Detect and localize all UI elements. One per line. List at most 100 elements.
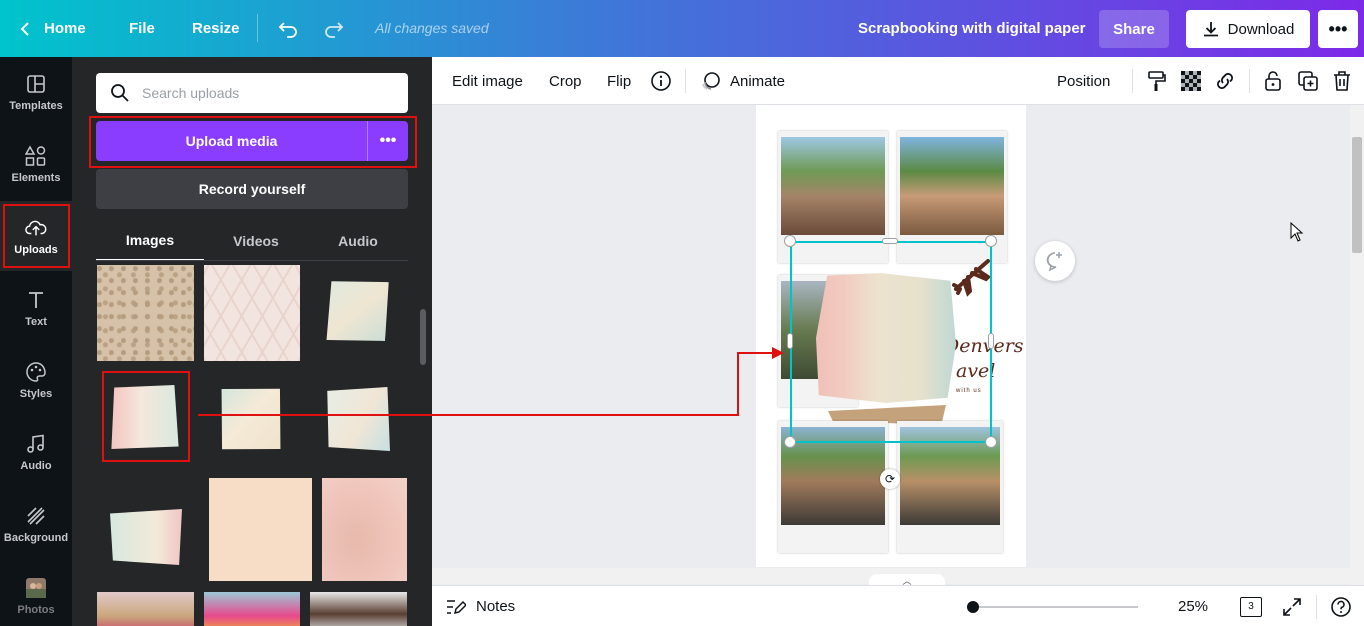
top-bar: Home File Resize All changes saved Scrap… bbox=[0, 0, 1364, 57]
add-comment-button[interactable] bbox=[1035, 241, 1075, 281]
page-count: 3 bbox=[1248, 601, 1254, 612]
upload-thumbnail[interactable] bbox=[323, 276, 391, 346]
animate-label: Animate bbox=[730, 72, 786, 90]
rail-item-background[interactable]: Background bbox=[0, 489, 72, 559]
notes-button[interactable]: Notes bbox=[446, 586, 515, 626]
divider bbox=[1132, 69, 1133, 93]
photo-couple-kiss bbox=[781, 137, 885, 235]
vertical-scrollbar[interactable] bbox=[1350, 105, 1364, 585]
redo-button[interactable] bbox=[322, 0, 346, 57]
more-options-button[interactable]: ••• bbox=[1318, 10, 1358, 48]
rotate-handle[interactable]: ⟳ bbox=[880, 469, 900, 489]
page-count-button[interactable]: 3 bbox=[1240, 586, 1262, 626]
fullscreen-button[interactable] bbox=[1282, 586, 1302, 626]
annotation-arrow bbox=[198, 347, 784, 416]
fullscreen-icon bbox=[1283, 597, 1301, 616]
divider bbox=[1249, 69, 1250, 93]
paint-roller-icon[interactable] bbox=[1145, 69, 1169, 93]
lock-icon[interactable] bbox=[1261, 69, 1285, 93]
crop-button[interactable]: Crop bbox=[549, 57, 582, 105]
scrollbar-thumb[interactable] bbox=[1352, 137, 1362, 253]
flip-button[interactable]: Flip bbox=[607, 57, 631, 105]
download-icon bbox=[1203, 22, 1218, 37]
record-yourself-button[interactable]: Record yourself bbox=[96, 169, 408, 209]
rail-label-elements: Elements bbox=[11, 171, 61, 184]
search-box[interactable] bbox=[96, 73, 408, 113]
download-button[interactable]: Download bbox=[1186, 10, 1310, 48]
notes-icon bbox=[447, 599, 466, 614]
elements-icon bbox=[25, 144, 47, 167]
link-icon[interactable] bbox=[1213, 69, 1237, 93]
trash-icon[interactable] bbox=[1330, 69, 1354, 93]
rotate-icon: ⟳ bbox=[884, 472, 896, 486]
redo-icon bbox=[325, 21, 344, 38]
download-label: Download bbox=[1227, 20, 1295, 38]
resize-handle[interactable] bbox=[985, 235, 997, 247]
upload-type-tabs: Images Videos Audio bbox=[96, 221, 408, 261]
info-icon[interactable] bbox=[649, 69, 673, 93]
upload-thumbnail[interactable] bbox=[310, 592, 407, 626]
share-button[interactable]: Share bbox=[1099, 10, 1169, 48]
animate-button[interactable]: Animate bbox=[700, 57, 785, 105]
transparency-icon[interactable] bbox=[1179, 69, 1203, 93]
mouse-cursor-icon bbox=[1290, 222, 1304, 242]
design-page[interactable]: Denvers avel with us ⟳ bbox=[756, 105, 1026, 567]
upload-thumbnail[interactable] bbox=[97, 265, 194, 361]
rail-item-templates[interactable]: Templates bbox=[0, 57, 72, 127]
zoom-slider-track[interactable] bbox=[973, 606, 1138, 608]
side-handle[interactable] bbox=[882, 238, 898, 244]
position-button[interactable]: Position bbox=[1057, 57, 1110, 105]
rail-item-text[interactable]: Text bbox=[0, 273, 72, 343]
rail-item-audio[interactable]: Audio bbox=[0, 417, 72, 487]
resize-button[interactable]: Resize bbox=[192, 0, 240, 57]
rail-item-photos[interactable]: Photos bbox=[0, 561, 72, 626]
annotation-box-uploads bbox=[3, 204, 70, 268]
undo-button[interactable] bbox=[276, 0, 300, 57]
edit-image-button[interactable]: Edit image bbox=[452, 57, 523, 105]
divider bbox=[257, 14, 258, 42]
resize-handle[interactable] bbox=[985, 436, 997, 448]
music-note-icon bbox=[25, 433, 47, 455]
tab-images[interactable]: Images bbox=[96, 221, 204, 261]
background-pattern-icon bbox=[25, 505, 47, 527]
upload-thumbnail[interactable] bbox=[204, 592, 300, 626]
rail-item-styles[interactable]: Styles bbox=[0, 345, 72, 415]
templates-icon bbox=[25, 73, 47, 95]
rail-item-elements[interactable]: Elements bbox=[0, 129, 72, 199]
pages-icon: 3 bbox=[1240, 596, 1262, 617]
chevron-left-icon bbox=[20, 21, 29, 36]
photos-icon bbox=[25, 577, 47, 599]
upload-thumbnail[interactable] bbox=[209, 478, 312, 581]
zoom-level[interactable]: 25% bbox=[1178, 586, 1208, 626]
upload-thumbnail[interactable] bbox=[110, 509, 182, 565]
rail-label-photos: Photos bbox=[17, 603, 55, 616]
divider bbox=[1316, 595, 1317, 619]
upload-thumbnail[interactable] bbox=[97, 592, 194, 626]
selection-outline bbox=[790, 241, 992, 443]
home-button[interactable]: Home bbox=[20, 0, 86, 57]
tab-videos[interactable]: Videos bbox=[204, 221, 308, 261]
search-input[interactable] bbox=[142, 85, 382, 101]
zoom-slider-knob[interactable] bbox=[967, 601, 979, 613]
upload-thumbnail[interactable] bbox=[322, 478, 407, 581]
tabs-divider bbox=[96, 260, 408, 261]
annotation-box-upload-media bbox=[89, 116, 417, 168]
annotation-box-thumbnail bbox=[102, 371, 190, 462]
context-toolbar: Edit image Crop Flip Animate Position bbox=[432, 57, 1364, 105]
tab-audio[interactable]: Audio bbox=[308, 221, 408, 261]
photo-couple-smile bbox=[900, 137, 1004, 235]
rail-label-templates: Templates bbox=[9, 99, 63, 112]
resize-handle[interactable] bbox=[784, 235, 796, 247]
document-title[interactable]: Scrapbooking with digital paper bbox=[858, 20, 1086, 37]
notes-label: Notes bbox=[476, 598, 516, 615]
rail-label-text: Text bbox=[25, 315, 47, 328]
side-handle[interactable] bbox=[988, 333, 994, 349]
palette-icon bbox=[25, 361, 47, 383]
resize-handle[interactable] bbox=[784, 436, 796, 448]
duplicate-icon[interactable] bbox=[1296, 69, 1320, 93]
undo-icon bbox=[278, 21, 297, 38]
file-menu[interactable]: File bbox=[129, 0, 155, 57]
help-button[interactable] bbox=[1330, 586, 1352, 626]
text-icon bbox=[25, 289, 47, 311]
divider bbox=[685, 69, 686, 93]
